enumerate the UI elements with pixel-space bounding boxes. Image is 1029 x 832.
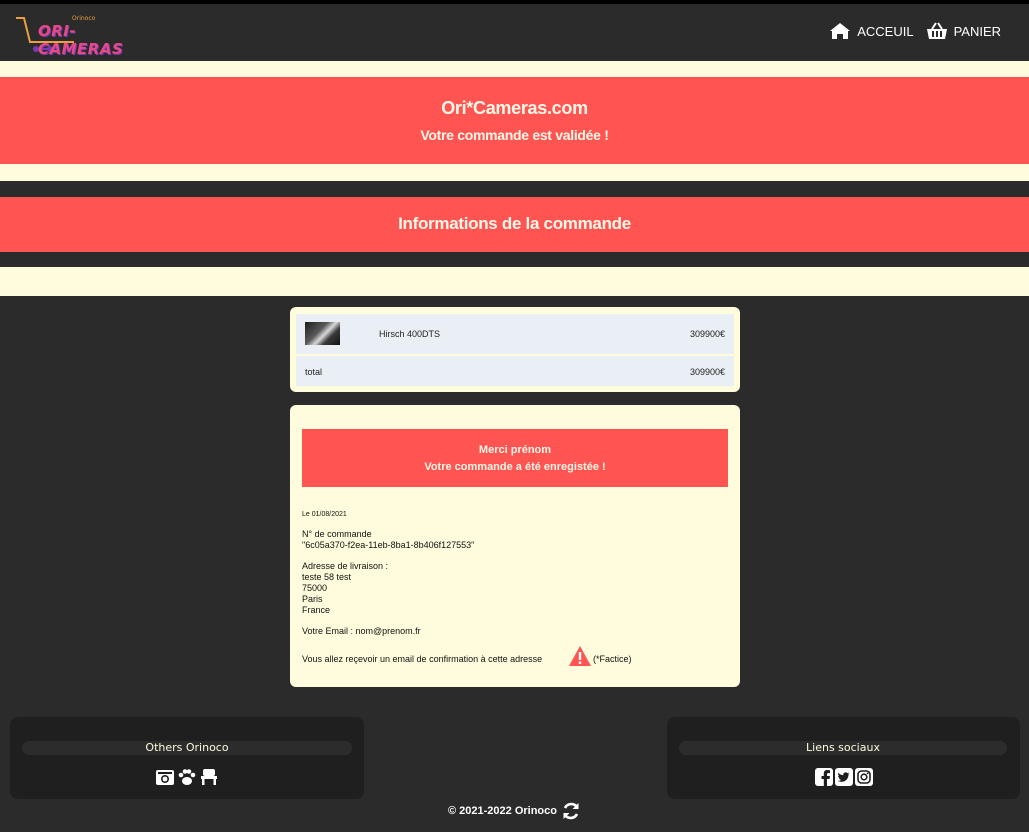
warning-icon	[569, 646, 591, 666]
nav-links: ACCEUIL PANIER	[829, 22, 1001, 40]
table-row: Hirsch 400DTS 309900€	[296, 314, 734, 354]
navbar: Orinoco ORI-CAMERAS ACCEUIL PANIER	[0, 4, 1029, 61]
divider-cream	[0, 267, 1029, 296]
cart-summary: Hirsch 400DTS 309900€ total 309900€	[290, 307, 740, 392]
address-line: Paris	[302, 594, 323, 604]
nav-home-link[interactable]: ACCEUIL	[829, 22, 914, 40]
banner-subtitle: Votre commande est validée !	[420, 127, 609, 143]
thanks-line-1: Merci prénom	[478, 444, 552, 456]
social-links-box: Liens sociaux	[667, 717, 1020, 799]
copyright: © 2021-2022 Orinoco	[0, 801, 1029, 821]
logo-text: ORI-CAMERAS	[38, 22, 124, 58]
nav-cart-link[interactable]: PANIER	[926, 22, 1001, 40]
refresh-icon[interactable]	[561, 801, 581, 821]
twitter-icon[interactable]	[834, 768, 853, 786]
paw-icon[interactable]	[177, 768, 197, 786]
social-title: Liens sociaux	[679, 741, 1007, 755]
total-row: total 309900€	[296, 356, 734, 386]
instagram-icon[interactable]	[854, 768, 873, 786]
total-label: total	[305, 367, 323, 377]
banner-title: Ori*Cameras.com	[441, 98, 588, 118]
logo-subtext: Orinoco	[72, 15, 96, 22]
product-price: 309900€	[689, 329, 725, 339]
others-icons	[10, 768, 364, 786]
total-price: 309900€	[689, 367, 725, 377]
factice-note: (*Factice)	[593, 654, 632, 664]
facebook-icon[interactable]	[814, 768, 833, 786]
order-details: Merci prénom Votre commande a été enregi…	[290, 405, 740, 687]
order-number-value: "6c05a370-f2ea-11eb-8ba1-8b406f127553"	[302, 540, 475, 550]
order-number-label: N° de commande	[302, 529, 372, 539]
product-thumbnail	[305, 322, 340, 345]
order-date: Le 01/08/2021	[302, 511, 347, 518]
copyright-text: © 2021-2022 Orinoco	[448, 805, 557, 817]
basket-icon	[926, 22, 947, 39]
product-name: Hirsch 400DTS	[379, 329, 441, 339]
divider-cream	[0, 61, 1029, 77]
others-title: Others Orinoco	[22, 741, 352, 755]
confirmation-text: Vous allez reçevoir un email de confirma…	[302, 654, 543, 664]
nav-home-label: ACCEUIL	[857, 23, 914, 39]
site-logo[interactable]: Orinoco ORI-CAMERAS	[14, 12, 123, 58]
address-line: France	[302, 605, 331, 615]
chair-icon[interactable]	[199, 768, 219, 786]
address-line: 75000	[302, 583, 328, 593]
social-icons	[667, 768, 1020, 786]
nav-cart-label: PANIER	[953, 23, 1001, 39]
thanks-banner: Merci prénom Votre commande a été enregi…	[302, 429, 728, 487]
camera-icon[interactable]	[155, 768, 175, 786]
divider-cream	[0, 164, 1029, 181]
home-icon	[830, 23, 851, 39]
section-title: Informations de la commande	[398, 214, 631, 233]
confirmation-banner: Ori*Cameras.com Votre commande est valid…	[0, 77, 1029, 164]
address-line: teste 58 test	[302, 572, 352, 582]
order-info-banner: Informations de la commande	[0, 197, 1029, 252]
email-line: Votre Email : nom@prenom.fr	[302, 626, 421, 636]
address-label: Adresse de livraison :	[302, 561, 389, 571]
others-orinoco-box: Others Orinoco	[10, 717, 364, 799]
thanks-line-2: Votre commande a été enregistée !	[424, 461, 606, 473]
